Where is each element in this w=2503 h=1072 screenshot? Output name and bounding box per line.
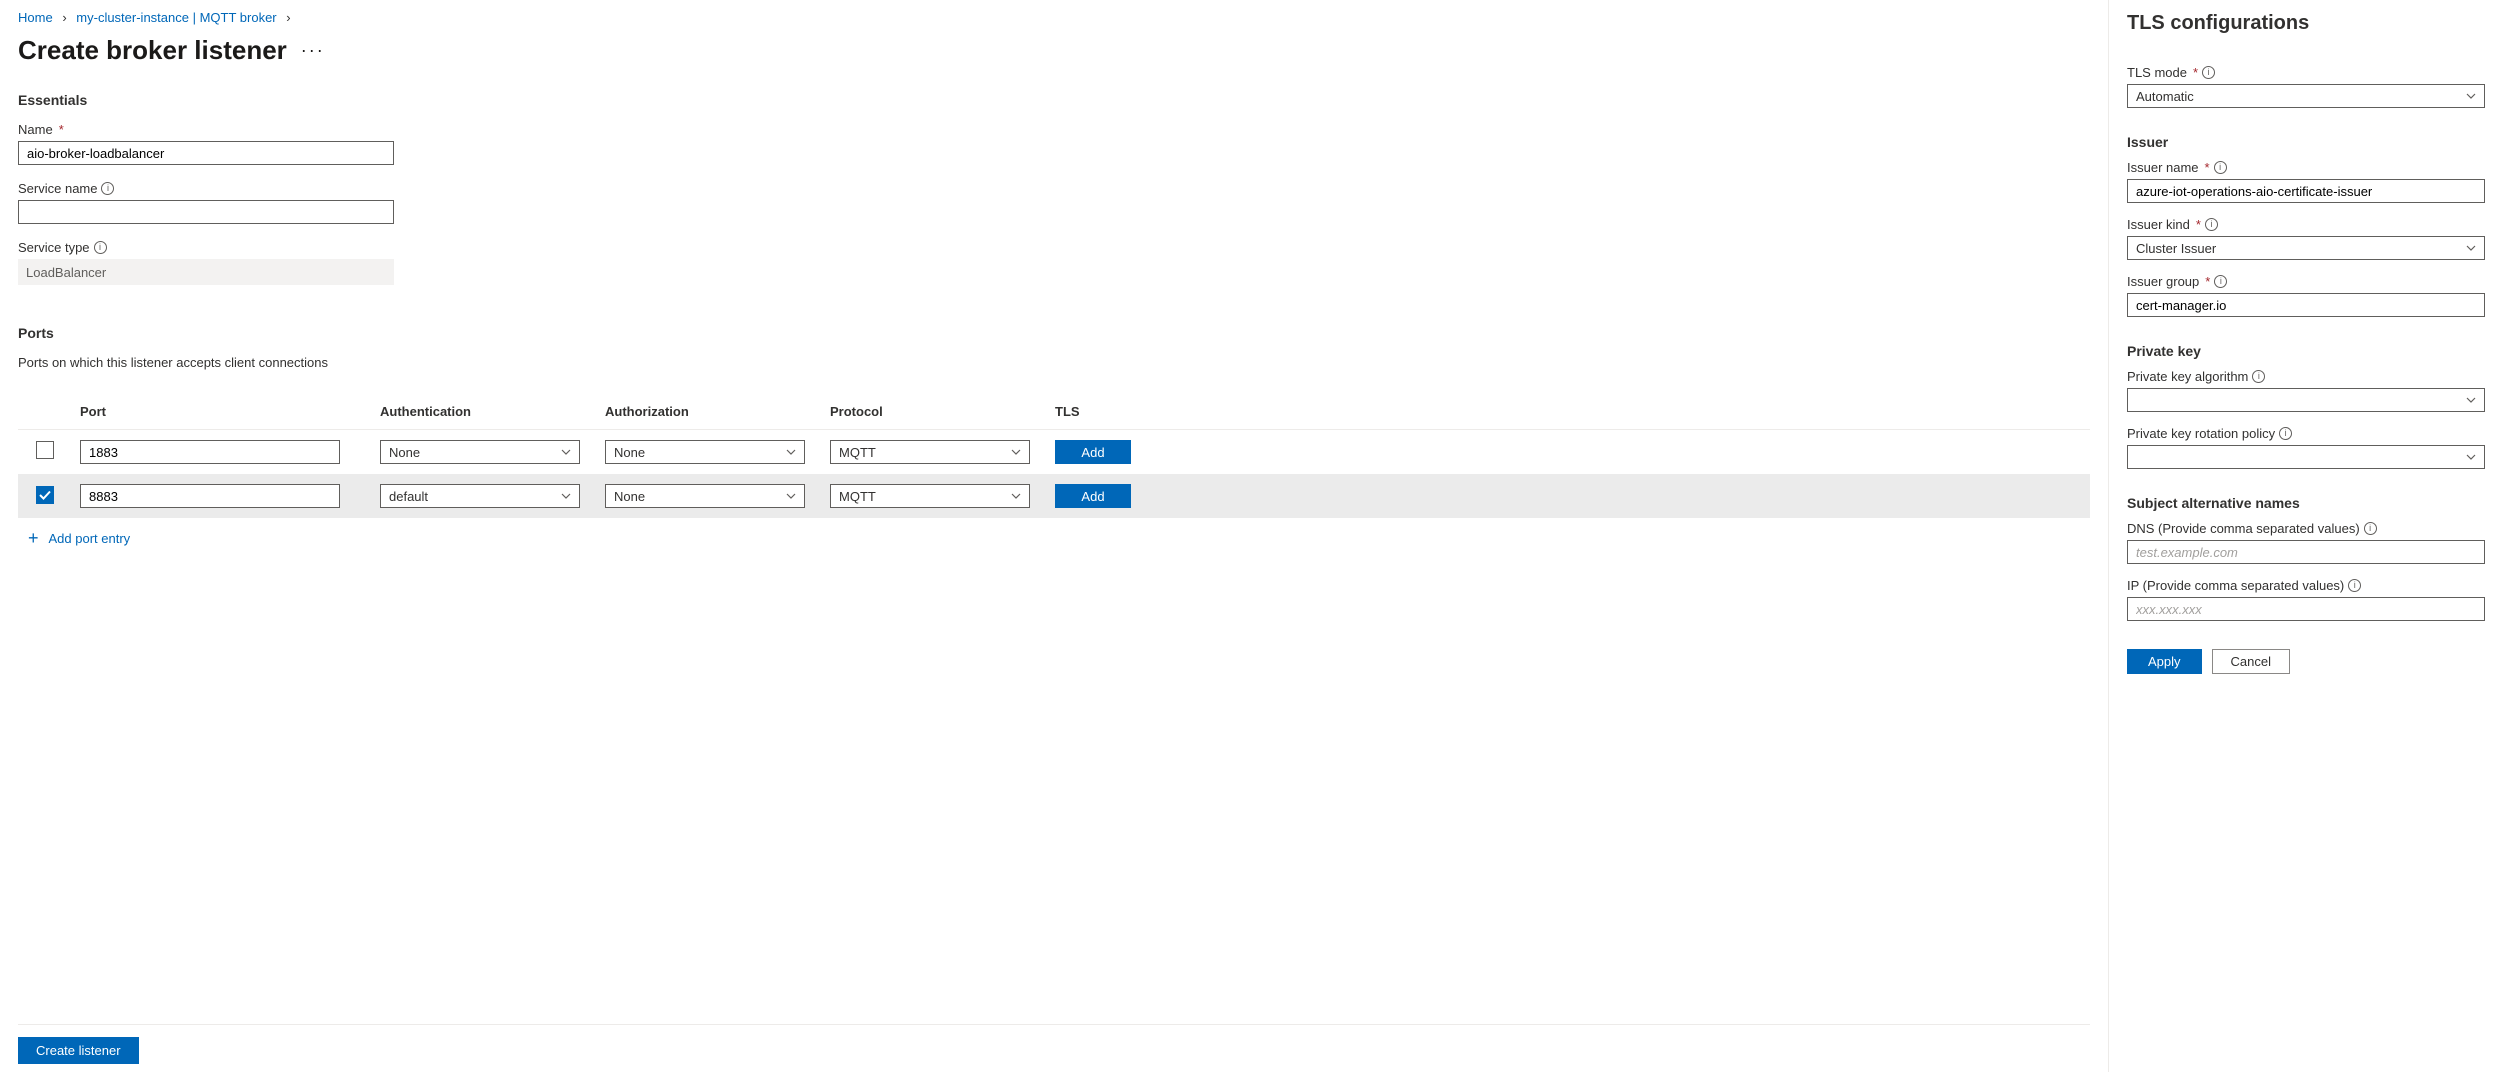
chevron-right-icon: ›: [62, 10, 66, 25]
info-icon[interactable]: i: [2214, 275, 2227, 288]
chevron-down-icon: [561, 491, 571, 501]
tls-add-button[interactable]: Add: [1055, 440, 1131, 464]
chevron-down-icon: [2466, 395, 2476, 405]
port-input[interactable]: [80, 484, 340, 508]
auth-select[interactable]: None: [380, 440, 580, 464]
authz-select[interactable]: None: [605, 484, 805, 508]
breadcrumb: Home › my-cluster-instance | MQTT broker…: [18, 10, 2090, 25]
row-checkbox[interactable]: [36, 486, 54, 504]
required-indicator: *: [2193, 65, 2198, 80]
info-icon[interactable]: i: [2279, 427, 2292, 440]
row-checkbox[interactable]: [36, 441, 54, 459]
service-type-label: Service type: [18, 240, 90, 255]
issuer-group-input[interactable]: [2127, 293, 2485, 317]
col-port: Port: [72, 394, 372, 430]
authz-select[interactable]: None: [605, 440, 805, 464]
info-icon[interactable]: i: [94, 241, 107, 254]
pk-algo-label: Private key algorithm: [2127, 369, 2248, 384]
required-indicator: *: [2196, 217, 2201, 232]
chevron-down-icon: [1011, 491, 1021, 501]
protocol-select[interactable]: MQTT: [830, 484, 1030, 508]
issuer-heading: Issuer: [2127, 134, 2485, 150]
col-tls: TLS: [1047, 394, 2090, 430]
issuer-group-label: Issuer group: [2127, 274, 2199, 289]
info-icon[interactable]: i: [2214, 161, 2227, 174]
create-listener-button[interactable]: Create listener: [18, 1037, 139, 1064]
info-icon[interactable]: i: [2252, 370, 2265, 383]
issuer-kind-label: Issuer kind: [2127, 217, 2190, 232]
info-icon[interactable]: i: [2348, 579, 2361, 592]
service-name-input[interactable]: [18, 200, 394, 224]
panel-title: TLS configurations: [2127, 12, 2485, 35]
required-indicator: *: [2205, 160, 2210, 175]
service-name-label: Service name: [18, 181, 97, 196]
issuer-name-input[interactable]: [2127, 179, 2485, 203]
add-port-entry-label: Add port entry: [49, 531, 131, 546]
chevron-down-icon: [2466, 91, 2476, 101]
col-protocol: Protocol: [822, 394, 1047, 430]
tls-mode-label: TLS mode: [2127, 65, 2187, 80]
tls-mode-select[interactable]: Automatic: [2127, 84, 2485, 108]
cancel-button[interactable]: Cancel: [2212, 649, 2290, 674]
issuer-name-label: Issuer name: [2127, 160, 2199, 175]
port-input[interactable]: [80, 440, 340, 464]
ports-description: Ports on which this listener accepts cli…: [18, 355, 2090, 370]
service-type-value: LoadBalancer: [18, 259, 394, 285]
ports-table: Port Authentication Authorization Protoc…: [18, 394, 2090, 518]
san-heading: Subject alternative names: [2127, 495, 2485, 511]
chevron-down-icon: [786, 447, 796, 457]
info-icon[interactable]: i: [2364, 522, 2377, 535]
page-title: Create broker listener: [18, 35, 287, 66]
more-actions-icon[interactable]: ···: [301, 40, 325, 61]
plus-icon: +: [28, 528, 39, 549]
tls-add-button[interactable]: Add: [1055, 484, 1131, 508]
dns-input[interactable]: [2127, 540, 2485, 564]
ip-input[interactable]: [2127, 597, 2485, 621]
chevron-down-icon: [2466, 452, 2476, 462]
chevron-down-icon: [786, 491, 796, 501]
breadcrumb-cluster[interactable]: my-cluster-instance | MQTT broker: [76, 10, 276, 25]
required-indicator: *: [59, 122, 64, 137]
col-auth: Authentication: [372, 394, 597, 430]
table-row[interactable]: default None MQTT Add: [18, 474, 2090, 518]
name-label: Name: [18, 122, 53, 137]
pk-rotation-label: Private key rotation policy: [2127, 426, 2275, 441]
protocol-select[interactable]: MQTT: [830, 440, 1030, 464]
chevron-down-icon: [561, 447, 571, 457]
required-indicator: *: [2205, 274, 2210, 289]
pk-rotation-select[interactable]: [2127, 445, 2485, 469]
private-key-heading: Private key: [2127, 343, 2485, 359]
auth-select[interactable]: default: [380, 484, 580, 508]
info-icon[interactable]: i: [2202, 66, 2215, 79]
pk-algo-select[interactable]: [2127, 388, 2485, 412]
breadcrumb-home[interactable]: Home: [18, 10, 53, 25]
name-input[interactable]: [18, 141, 394, 165]
table-row[interactable]: None None MQTT Add: [18, 430, 2090, 475]
info-icon[interactable]: i: [101, 182, 114, 195]
ports-heading: Ports: [18, 325, 2090, 341]
chevron-down-icon: [1011, 447, 1021, 457]
chevron-right-icon: ›: [286, 10, 290, 25]
dns-label: DNS (Provide comma separated values): [2127, 521, 2360, 536]
apply-button[interactable]: Apply: [2127, 649, 2202, 674]
chevron-down-icon: [2466, 243, 2476, 253]
issuer-kind-select[interactable]: Cluster Issuer: [2127, 236, 2485, 260]
add-port-entry-button[interactable]: + Add port entry: [18, 518, 2090, 559]
col-authz: Authorization: [597, 394, 822, 430]
essentials-heading: Essentials: [18, 92, 2090, 108]
info-icon[interactable]: i: [2205, 218, 2218, 231]
ip-label: IP (Provide comma separated values): [2127, 578, 2344, 593]
